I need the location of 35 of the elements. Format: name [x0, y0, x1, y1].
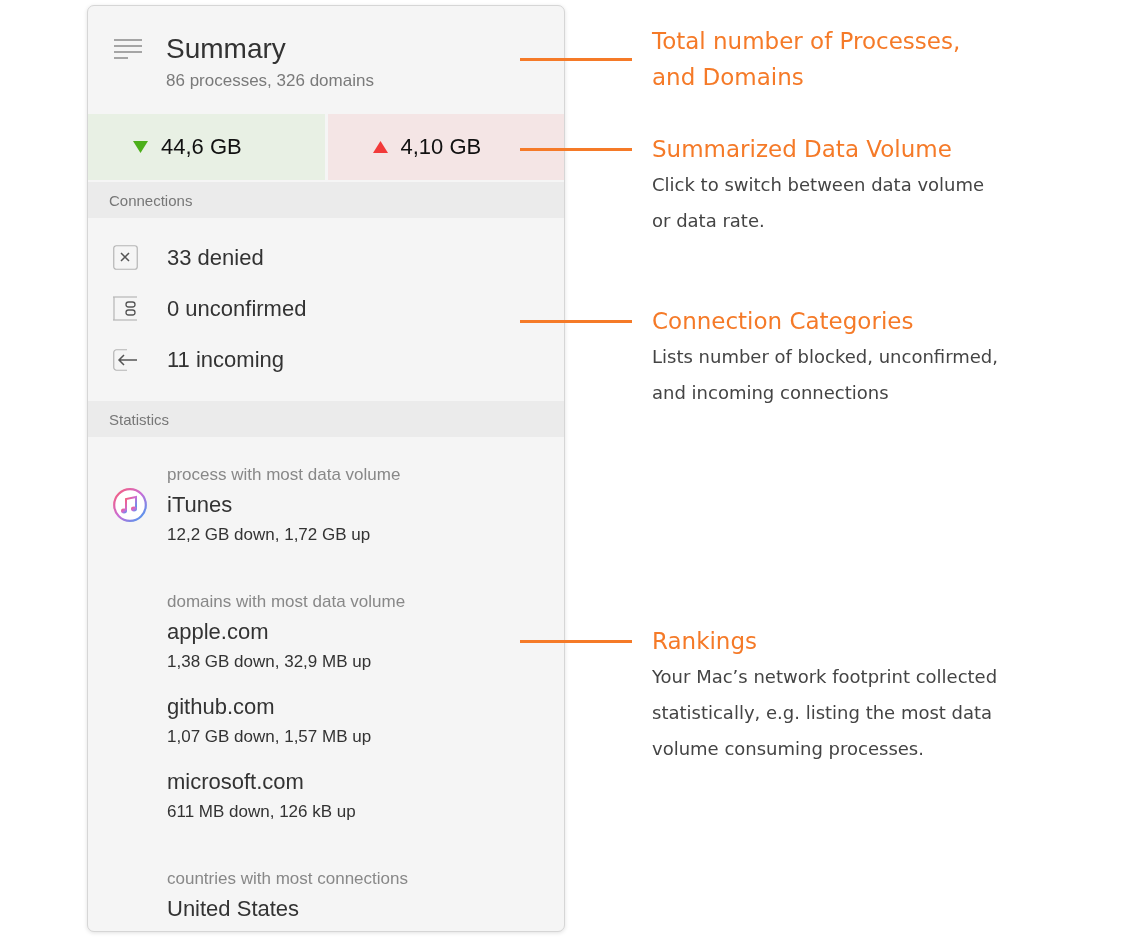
cross-box-icon [113, 245, 138, 270]
section-header: Statistics [88, 401, 564, 437]
ranking-name: United States [167, 895, 300, 923]
callout-title: Rankings [652, 627, 759, 656]
upload-volume-button[interactable]: 4,10 GB [327, 114, 564, 180]
stacked-pills-icon [113, 296, 138, 321]
ranking-caption: domains with most data volume [167, 591, 407, 613]
section-header: Connections [88, 182, 564, 218]
ranking-caption: countries with most connections [167, 868, 409, 890]
ranking-name: apple.com [167, 618, 270, 646]
connection-category-label: 33 denied [167, 244, 264, 271]
panel-title: Summary [166, 32, 287, 66]
callout-description: Your Mac’s network footprint collected statistically, e.g. listing the most data volume consuming processes. [652, 665, 999, 761]
arrow-in-box-icon [113, 348, 138, 371]
ranking-detail: 12,2 GB down, 1,72 GB up [167, 524, 371, 546]
down-triangle-icon [133, 141, 148, 153]
callout-description: Click to switch between data volume or data rate. [652, 173, 986, 233]
ranking-caption: process with most data volume [167, 464, 402, 486]
connection-category-label: 11 incoming [167, 346, 284, 373]
callout-title: Total number of Processes, and Domains [652, 27, 962, 92]
ranking-detail: 1,07 GB down, 1,57 MB up [167, 726, 372, 748]
ranking-name: microsoft.com [167, 768, 305, 796]
download-volume-button[interactable]: 44,6 GB [88, 114, 325, 180]
ranking-detail: 611 MB down, 126 kB up [167, 801, 356, 823]
callout-description: Lists number of blocked, unconfirmed, and incoming connections [652, 345, 999, 405]
callout-title: Summarized Data Volume [652, 135, 953, 164]
callout-title: Connection Categories [652, 307, 915, 336]
connection-category-label: 0 unconfirmed [167, 295, 307, 322]
menu-lines-icon [114, 39, 142, 59]
panel-subtitle: 86 processes, 326 domains [166, 70, 374, 92]
ranking-name: iTunes [167, 491, 234, 519]
music-note-icon [113, 488, 147, 522]
up-triangle-icon [372, 141, 388, 153]
ranking-detail: 1,38 GB down, 32,9 MB up [167, 651, 372, 673]
ranking-name: github.com [167, 693, 276, 721]
